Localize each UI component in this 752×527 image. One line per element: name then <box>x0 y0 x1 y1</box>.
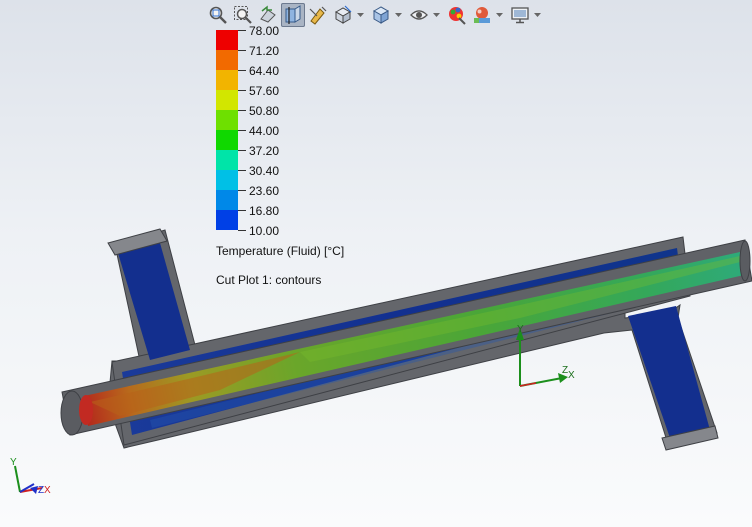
legend-color-swatch <box>216 70 238 90</box>
legend-tick <box>238 50 246 51</box>
view-settings-icon[interactable] <box>508 3 532 27</box>
legend-tick <box>238 190 246 191</box>
legend-value: 10.00 <box>249 224 280 238</box>
legend-color-swatch <box>216 30 238 50</box>
reference-triad: Y Z X <box>10 457 51 496</box>
legend-color-swatch <box>216 210 238 230</box>
legend-value: 44.00 <box>249 124 280 138</box>
zoom-to-fit-icon[interactable] <box>206 3 230 27</box>
legend-color-swatch <box>216 190 238 210</box>
apply-scene-icon[interactable] <box>470 3 494 27</box>
hide-show-items-dropdown-icon[interactable] <box>432 3 441 27</box>
model-triad-x-label: X <box>568 370 575 381</box>
legend-value: 64.40 <box>249 64 280 78</box>
corner-triad-y-label: Y <box>10 457 17 468</box>
model-triad-y-label: Y <box>517 324 524 335</box>
display-style-dropdown-icon[interactable] <box>394 3 403 27</box>
legend-tick <box>238 230 246 231</box>
legend-value: 50.80 <box>249 104 280 118</box>
legend-tick <box>238 170 246 171</box>
legend-tick <box>238 70 246 71</box>
legend-value: 23.60 <box>249 184 280 198</box>
hide-show-items-icon[interactable] <box>407 3 431 27</box>
cut-plot-label[interactable]: Cut Plot 1: contours <box>216 273 321 287</box>
legend-value: 71.20 <box>249 44 280 58</box>
legend-tick <box>238 150 246 151</box>
legend-value: 37.20 <box>249 144 280 158</box>
legend-tick <box>238 90 246 91</box>
corner-triad-x-label: X <box>44 485 51 496</box>
legend-color-swatch <box>216 110 238 130</box>
legend-tick <box>238 110 246 111</box>
graphics-viewport[interactable]: Y Z X Y Z X <box>0 0 752 527</box>
legend-color-swatch <box>216 50 238 70</box>
edit-appearance-icon[interactable] <box>445 3 469 27</box>
display-style-icon[interactable] <box>369 3 393 27</box>
legend-color-swatch <box>216 150 238 170</box>
view-orientation-dropdown-icon[interactable] <box>356 3 365 27</box>
heat-exchanger-model[interactable]: Y Z X Y Z X <box>0 0 752 527</box>
view-orientation-icon[interactable] <box>331 3 355 27</box>
section-view-icon[interactable] <box>281 3 305 27</box>
legend-value: 57.60 <box>249 84 280 98</box>
legend-color-swatch <box>216 170 238 190</box>
legend-title: Temperature (Fluid) [°C] <box>216 244 345 258</box>
legend-color-swatch <box>216 130 238 150</box>
legend-value: 16.80 <box>249 204 280 218</box>
legend-tick <box>238 130 246 131</box>
legend-tick <box>238 210 246 211</box>
legend-color-swatch <box>216 90 238 110</box>
legend-value: 78.00 <box>249 24 280 38</box>
legend-tick <box>238 30 246 31</box>
dynamic-annotation-icon[interactable] <box>306 3 330 27</box>
legend-value: 30.40 <box>249 164 280 178</box>
apply-scene-dropdown-icon[interactable] <box>495 3 504 27</box>
view-settings-dropdown-icon[interactable] <box>533 3 542 27</box>
